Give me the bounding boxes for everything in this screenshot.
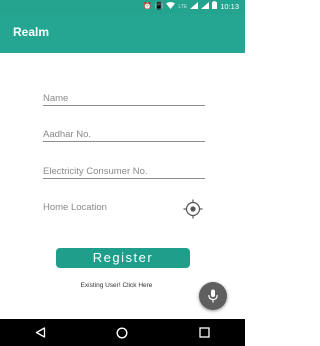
electricity-consumer-field[interactable]: Electricity Consumer No. [43,166,205,179]
name-field[interactable]: Name [43,93,205,106]
register-button[interactable]: Register [56,248,190,268]
signal-icon [190,0,199,14]
back-icon[interactable] [35,327,46,338]
wifi-icon [166,0,176,14]
home-location-label: Home Location [43,202,107,213]
registration-form: Name Aadhar No. Electricity Consumer No.… [0,53,245,319]
status-time: 10:13 [220,2,239,11]
alarm-icon: ⏰ [142,3,152,10]
mic-fab-button[interactable] [199,282,227,310]
battery-icon [212,0,218,14]
vibrate-icon: 📳 [154,3,164,10]
app-title: Realm [13,25,50,39]
mic-icon [208,289,218,303]
gps-target-icon[interactable] [183,199,203,219]
home-icon[interactable] [116,326,128,339]
status-bar: ⏰ 📳 LTE 10:13 [0,0,245,14]
network-label: LTE [178,4,188,10]
aadhar-field[interactable]: Aadhar No. [43,129,205,142]
nav-bar [0,319,245,346]
app-bar: Realm [0,14,245,53]
signal-icon [201,0,210,14]
recents-icon[interactable] [199,327,210,338]
